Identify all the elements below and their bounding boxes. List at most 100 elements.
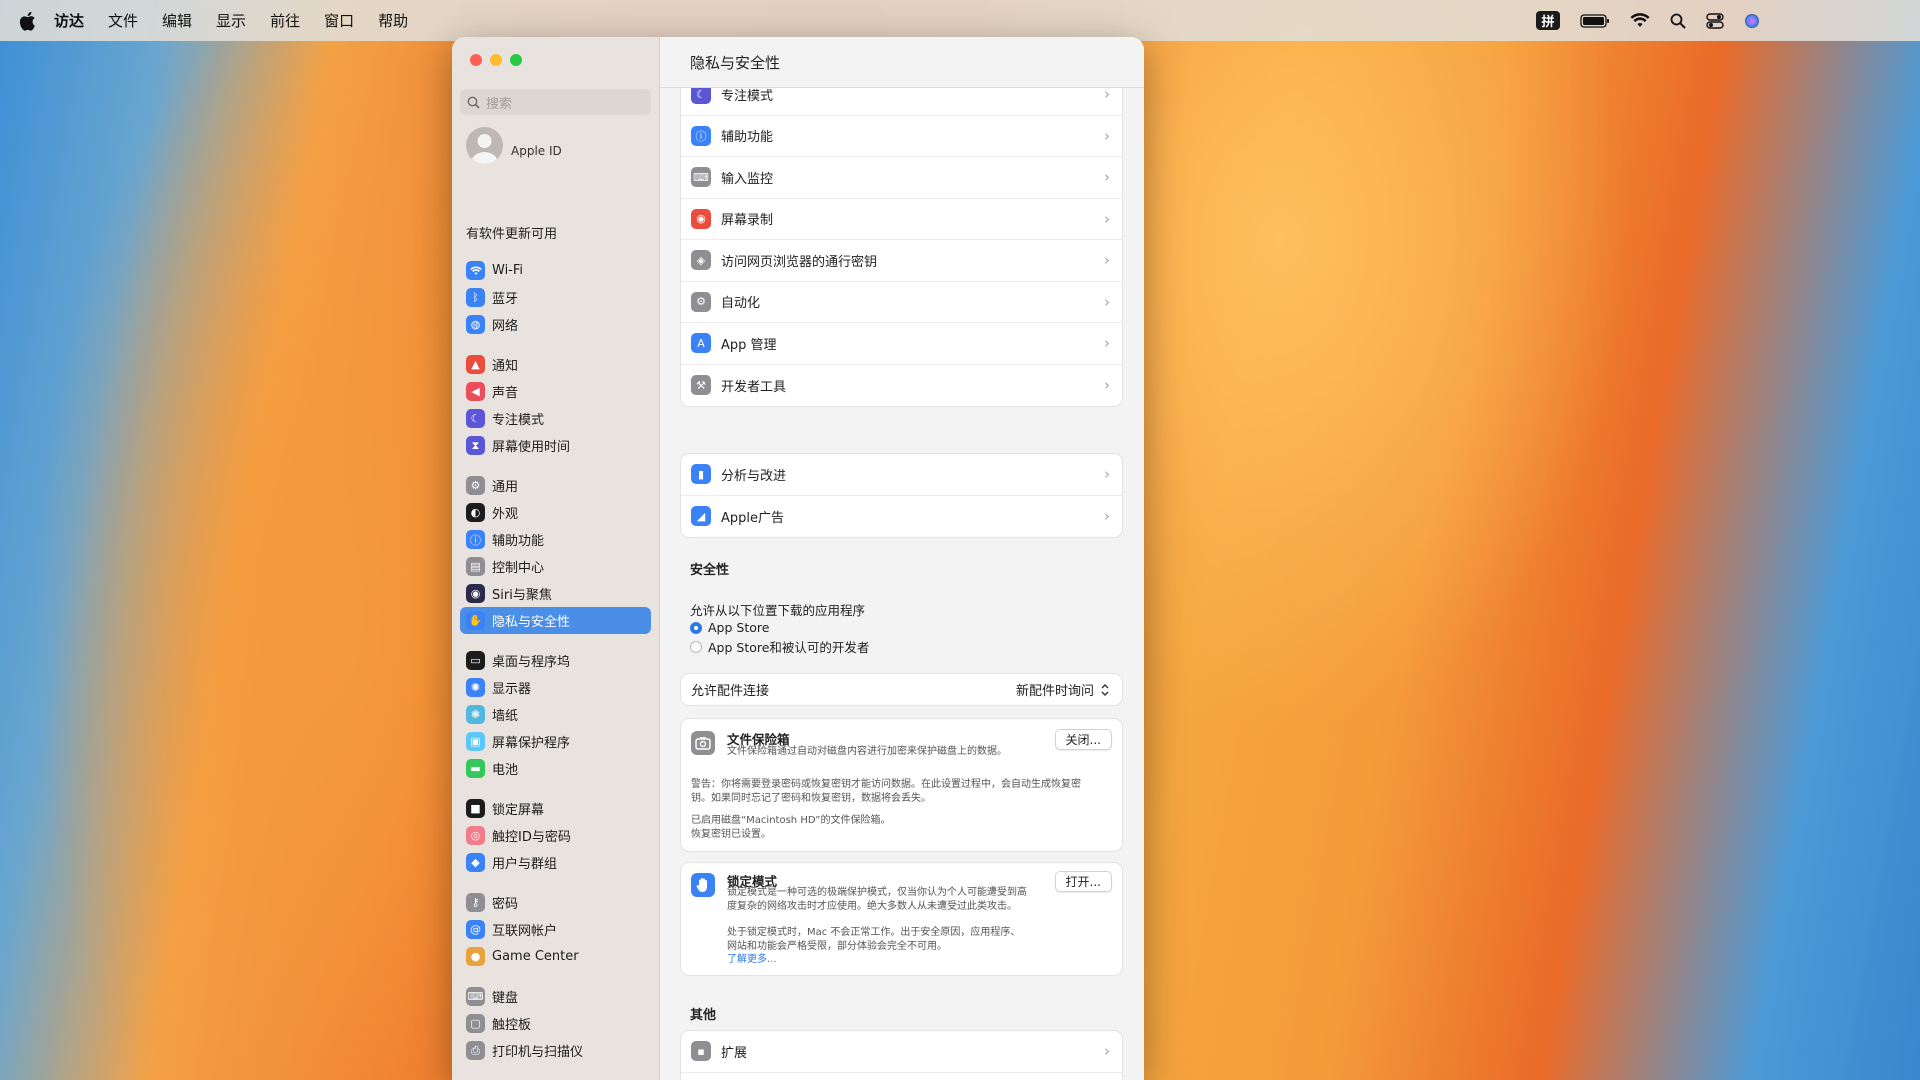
settings-row-label: 辅助功能 xyxy=(721,130,774,146)
accessory-connect-row: 允许配件连接 新配件时询问 xyxy=(680,673,1123,706)
sidebar-item[interactable]: ▤ 控制中心 xyxy=(460,553,651,580)
note-line: 网站和功能会严格受限，部分体验会完全不可用。 xyxy=(727,940,947,952)
sidebar-item[interactable]: ▢ 触控板 xyxy=(460,1010,651,1037)
lockdown-turn-on-button[interactable]: 打开... xyxy=(1054,871,1112,892)
sidebar: 搜索 Apple ID 有软件更新可用 Wi-Fi ᛒ 蓝牙 ◍ 网络 ▲ 通知 ◀ 声音 ☾ 专注… xyxy=(452,37,660,1080)
app-source-radio-group: App Store App Store和被认可的开发者 xyxy=(690,618,869,656)
settings-row-label: 屏幕录制 xyxy=(721,213,774,229)
filevault-turn-off-button[interactable]: 关闭... xyxy=(1054,729,1112,750)
sidebar-item-label: 网络 xyxy=(492,319,519,334)
settings-row[interactable]: ▪ 扩展 › xyxy=(681,1031,1122,1073)
spotlight-search-icon[interactable] xyxy=(1670,13,1686,29)
chart-icon: ▮ xyxy=(691,464,711,485)
game-center-icon: ● xyxy=(466,947,485,966)
minimize-button[interactable] xyxy=(490,54,502,66)
sidebar-item[interactable]: ❃ 墙纸 xyxy=(460,701,651,728)
accessory-select-value: 新配件时询问 xyxy=(1015,684,1094,699)
sidebar-item-label: 互联网帐户 xyxy=(492,924,558,939)
sidebar-item[interactable]: ● Game Center xyxy=(460,943,651,970)
control-center-icon[interactable] xyxy=(1706,12,1724,29)
settings-row[interactable]: ⚒ 开发者工具 › xyxy=(681,365,1122,407)
settings-row[interactable]: ▮ 分析与改进 › xyxy=(681,454,1122,496)
sidebar-item[interactable]: ⎙ 打印机与扫描仪 xyxy=(460,1037,651,1064)
extension-icon: ▪ xyxy=(691,1041,711,1062)
radio-dot xyxy=(690,640,702,653)
sidebar-item-label: 外观 xyxy=(492,507,519,522)
allow-apps-label: 允许从以下位置下载的应用程序 xyxy=(690,603,866,618)
settings-row[interactable]: ◉ 屏幕录制 › xyxy=(681,199,1122,240)
sidebar-item[interactable]: ⌨ 键盘 xyxy=(460,983,651,1010)
settings-row[interactable]: A App 管理 › xyxy=(681,323,1122,365)
radio-app-store[interactable]: App Store xyxy=(690,618,869,637)
menu-go[interactable]: 前往 xyxy=(270,10,300,31)
radio-app-store-developers[interactable]: App Store和被认可的开发者 xyxy=(690,637,869,656)
software-update-notice[interactable]: 有软件更新可用 xyxy=(466,223,557,242)
sidebar-item[interactable]: ⚙ 通用 xyxy=(460,472,651,499)
settings-row[interactable]: ⓘ 辅助功能 › xyxy=(681,116,1122,157)
printer-icon: ⎙ xyxy=(466,1041,485,1060)
menu-edit[interactable]: 编辑 xyxy=(162,10,192,31)
sidebar-item[interactable]: ◆ 用户与群组 xyxy=(460,849,651,876)
sidebar-item[interactable]: ▬ 电池 xyxy=(460,755,651,782)
sidebar-item[interactable]: ■ 锁定屏幕 xyxy=(460,795,651,822)
appearance-icon: ◐ xyxy=(466,503,485,522)
siri-icon[interactable] xyxy=(1744,13,1760,29)
sidebar-item[interactable]: ▲ 通知 xyxy=(460,351,651,378)
sidebar-item[interactable]: ◉ Siri与聚焦 xyxy=(460,580,651,607)
sidebar-item[interactable]: ⚷ 密码 xyxy=(460,889,651,916)
filevault-status: 已启用磁盘“Macintosh HD”的文件保险箱。 恢复密钥已设置。 xyxy=(691,814,890,841)
sidebar-item-label: 通知 xyxy=(492,359,519,374)
wifi-status-icon[interactable] xyxy=(1630,13,1650,28)
sidebar-item[interactable]: ◀ 声音 xyxy=(460,378,651,405)
bluetooth-icon: ᛒ xyxy=(466,288,485,307)
close-button[interactable] xyxy=(470,54,482,66)
chevron-right-icon: › xyxy=(1104,507,1110,526)
radio-label: App Store和被认可的开发者 xyxy=(708,640,870,655)
apple-id-item[interactable]: Apple ID xyxy=(466,127,562,164)
settings-row[interactable]: ⚙ 自动化 › xyxy=(681,282,1122,323)
menu-window[interactable]: 窗口 xyxy=(324,10,354,31)
search-input[interactable]: 搜索 xyxy=(460,89,651,115)
warning-line: 警告：你将需要登录密码或恢复密钥才能访问数据。在此设置过程中，会自动生成恢复密 xyxy=(691,779,1081,790)
accessory-select[interactable]: 新配件时询问 xyxy=(1016,680,1110,699)
filevault-panel: 文件保险箱 文件保险箱通过自动对磁盘内容进行加密来保护磁盘上的数据。 关闭...… xyxy=(680,718,1123,852)
system-settings-window: 搜索 Apple ID 有软件更新可用 Wi-Fi ᛒ 蓝牙 ◍ 网络 ▲ 通知 ◀ 声音 ☾ 专注… xyxy=(452,37,1144,1080)
updown-chevron-icon xyxy=(1101,683,1109,696)
menu-file[interactable]: 文件 xyxy=(108,10,138,31)
sidebar-item[interactable]: ◍ 网络 xyxy=(460,311,651,338)
sidebar-item[interactable]: @ 互联网帐户 xyxy=(460,916,651,943)
menu-view[interactable]: 显示 xyxy=(216,10,246,31)
filevault-icon xyxy=(691,731,715,755)
bell-icon: ▲ xyxy=(466,355,485,374)
settings-row[interactable]: ⌨ 输入监控 › xyxy=(681,157,1122,199)
sidebar-item[interactable]: ▭ 桌面与程序坞 xyxy=(460,647,651,674)
settings-row[interactable]: ◢ Apple广告 › xyxy=(681,496,1122,538)
sidebar-item[interactable]: ✺ 显示器 xyxy=(460,674,651,701)
sidebar-item[interactable]: ⧗ 屏幕使用时间 xyxy=(460,432,651,459)
hand-icon: ✋ xyxy=(466,611,485,630)
control-center-icon: ▤ xyxy=(466,557,485,576)
sidebar-item[interactable]: ◎ 触控ID与密码 xyxy=(460,822,651,849)
apple-logo-icon[interactable] xyxy=(18,11,36,31)
sidebar-item-label: 隐私与安全性 xyxy=(492,615,571,630)
sidebar-item[interactable]: ✋ 隐私与安全性 xyxy=(460,607,651,634)
desc-line: 度复杂的网络攻击时才应使用。绝大多数人从未遭受过此类攻击。 xyxy=(727,900,1017,912)
menu-help[interactable]: 帮助 xyxy=(378,10,408,31)
learn-more-link[interactable]: 了解更多... xyxy=(727,953,1020,967)
settings-row[interactable]: ✔描述文件› xyxy=(681,1073,1122,1080)
settings-row[interactable]: ◈ 访问网页浏览器的通行密钥 › xyxy=(681,240,1122,282)
chevron-right-icon: › xyxy=(1104,251,1110,270)
menu-finder[interactable]: 访达 xyxy=(54,10,84,31)
sidebar-item[interactable]: ᛒ 蓝牙 xyxy=(460,284,651,311)
sidebar-item[interactable]: Wi-Fi xyxy=(460,257,651,284)
sidebar-item[interactable]: ☾ 专注模式 xyxy=(460,405,651,432)
input-method-icon[interactable]: 拼 xyxy=(1536,11,1560,30)
sidebar-item[interactable]: ◐ 外观 xyxy=(460,499,651,526)
avatar xyxy=(466,127,503,164)
sidebar-item[interactable]: ▣ 屏幕保护程序 xyxy=(460,728,651,755)
sidebar-item[interactable]: ⓘ 辅助功能 xyxy=(460,526,651,553)
fingerprint-icon: ◎ xyxy=(466,826,485,845)
battery-status-icon[interactable] xyxy=(1580,13,1610,28)
zoom-button[interactable] xyxy=(510,54,522,66)
